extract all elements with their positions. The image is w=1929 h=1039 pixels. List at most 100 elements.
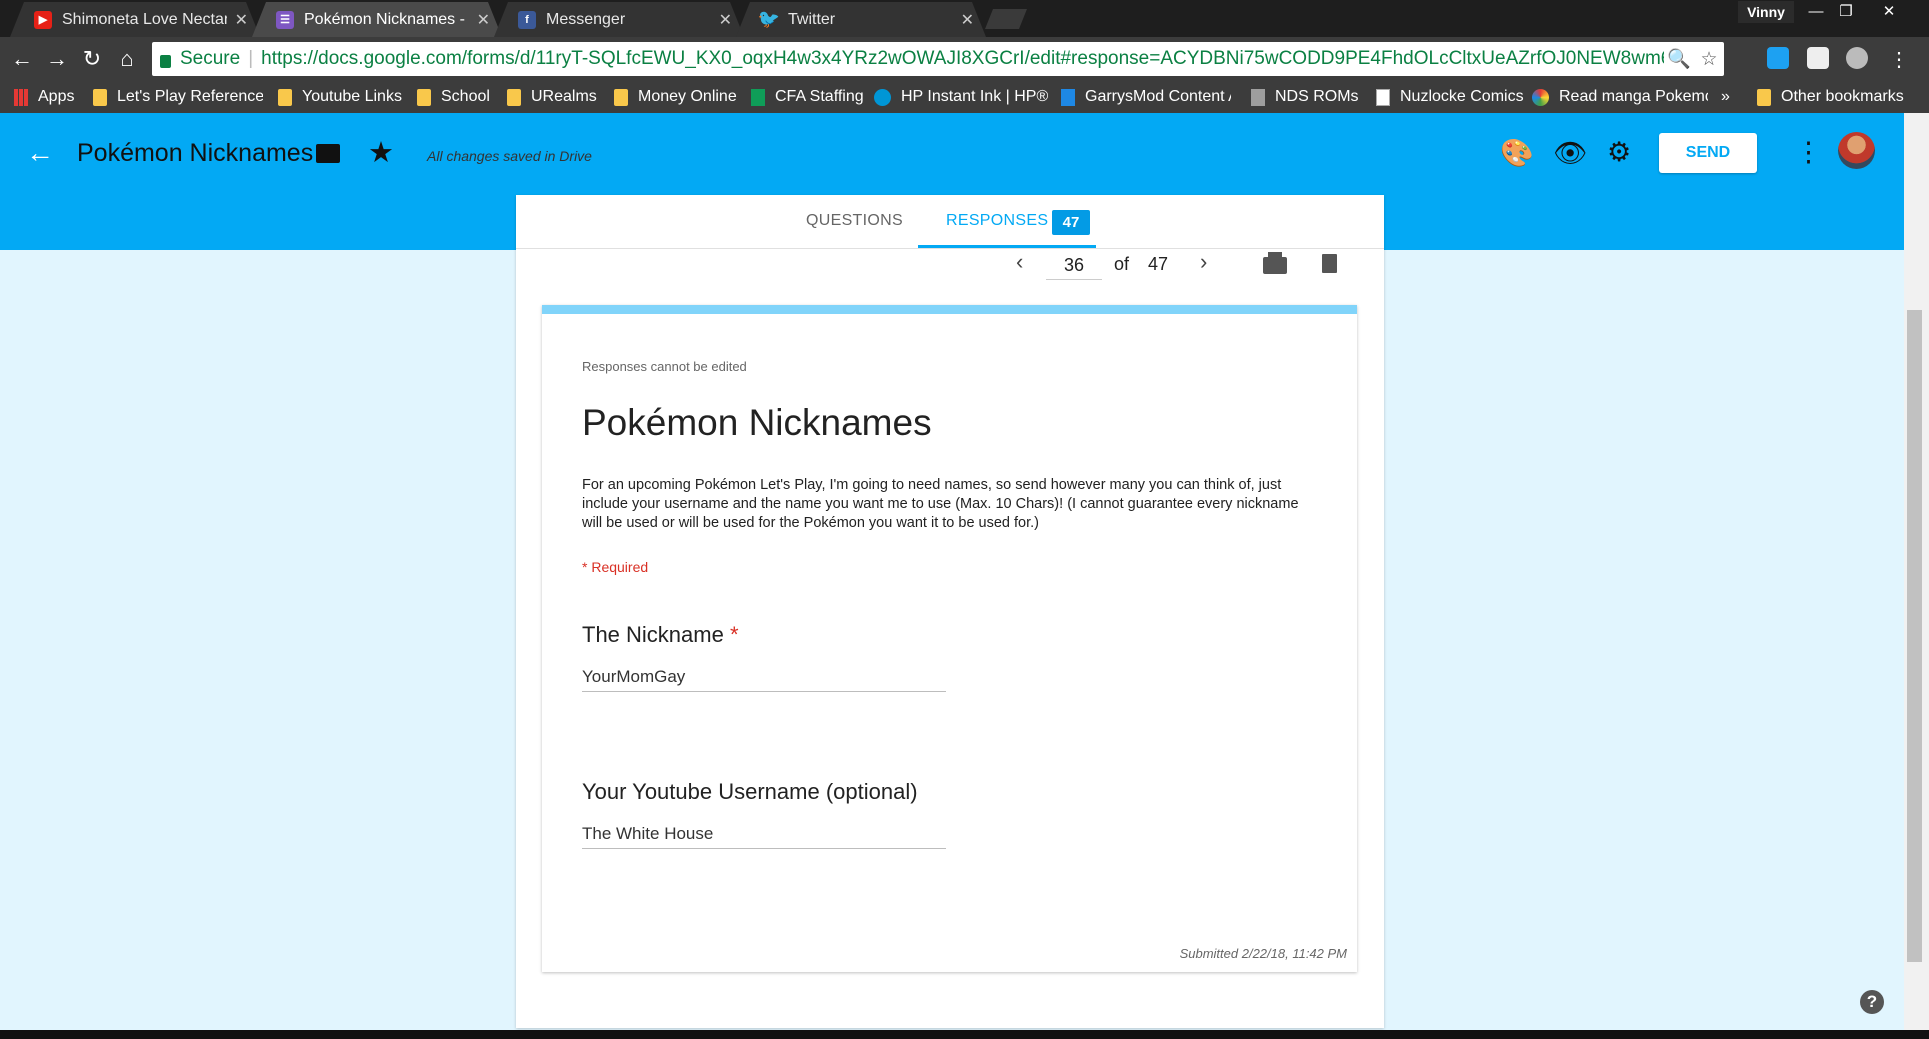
bookmark-school[interactable]: School (417, 86, 490, 108)
bookmark-apps[interactable]: Apps (14, 86, 74, 108)
palette-icon[interactable]: 🎨 (1500, 137, 1534, 169)
avatar[interactable] (1838, 132, 1875, 169)
response-card: Responses cannot be edited Pokémon Nickn… (542, 305, 1357, 972)
page-icon (1376, 88, 1390, 106)
chrome-menu-icon[interactable]: ⋮ (1885, 45, 1913, 73)
nds-icon (1251, 88, 1265, 106)
new-tab-button[interactable] (985, 9, 1027, 29)
bookmark-label: GarrysMod Content A (1085, 88, 1231, 105)
browser-toolbar: ← → ↻ ⌂ Secure | https://docs.google.com… (0, 37, 1929, 81)
bookmark-label: Apps (38, 88, 75, 105)
close-window-icon[interactable]: ✕ (1866, 0, 1912, 22)
active-tab-indicator (918, 245, 1096, 248)
answer-nickname: YourMomGay (582, 665, 946, 692)
answer-youtube-username: The White House (582, 822, 946, 849)
minimize-icon[interactable]: — (1802, 0, 1830, 22)
bookmark-urealms[interactable]: URealms (507, 86, 597, 108)
response-number-input[interactable] (1046, 252, 1102, 280)
bookmark-cfa-staffing[interactable]: CFA Staffing (751, 86, 864, 108)
bookmark-label: Youtube Links (302, 88, 402, 105)
twitter-extension-icon[interactable] (1767, 47, 1789, 69)
folder-icon (93, 88, 107, 106)
bookmark-label: URealms (531, 88, 597, 105)
bookmark-label: NDS ROMs (1275, 88, 1359, 105)
hp-icon (874, 88, 891, 106)
apps-grid-icon (14, 88, 28, 106)
required-note: * Required (582, 559, 649, 575)
delete-trash-icon[interactable] (1322, 254, 1337, 273)
bookmark-hp-instant-ink[interactable]: HP Instant Ink | HP® (874, 86, 1048, 108)
forward-icon[interactable]: → (43, 45, 71, 73)
twitter-icon: 🐦 (757, 9, 781, 29)
send-button[interactable]: SEND (1659, 133, 1757, 173)
more-options-icon[interactable]: ⋮ (1795, 137, 1822, 168)
question-label-text: The Nickname (582, 622, 724, 647)
save-status: All changes saved in Drive (427, 148, 592, 164)
preview-eye-icon[interactable]: 👁 (1553, 137, 1587, 169)
url-text[interactable]: https://docs.google.com/forms/d/11ryT-SQ… (261, 48, 1664, 70)
bookmark-nds-roms[interactable]: NDS ROMs (1251, 86, 1359, 108)
tab-title: Messenger (546, 10, 626, 28)
settings-gear-icon[interactable]: ⚙ (1607, 137, 1631, 168)
close-tab-icon[interactable]: ✕ (477, 10, 490, 30)
help-icon[interactable]: ? (1860, 990, 1884, 1014)
close-tab-icon[interactable]: ✕ (235, 10, 248, 30)
reload-icon[interactable]: ↻ (78, 45, 106, 73)
bookmark-nuzlocke-comics[interactable]: Nuzlocke Comics (1376, 86, 1524, 108)
bookmark-label: Let's Play References (117, 88, 263, 105)
browser-tab-messenger[interactable]: f Messenger ✕ (494, 2, 744, 37)
folder-icon (417, 88, 431, 106)
bookmark-lets-play-references[interactable]: Let's Play References (93, 86, 263, 108)
browser-tab-strip: ▶ Shimoneta Love Nectar D ✕ ☰ Pokémon Ni… (0, 0, 1929, 37)
star-icon[interactable]: ★ (368, 135, 394, 170)
restore-icon[interactable]: ❐ (1832, 0, 1860, 22)
bookmark-label: CFA Staffing (775, 88, 864, 105)
bookmarks-overflow-button[interactable]: » (1721, 86, 1730, 108)
required-asterisk: * (729, 622, 739, 647)
bookmark-other-bookmarks[interactable]: Other bookmarks (1757, 86, 1904, 108)
folder-icon (278, 88, 292, 106)
tab-responses[interactable]: RESPONSES (946, 212, 1048, 230)
bookmark-read-manga[interactable]: Read manga Pokemo (1532, 86, 1708, 108)
bookmark-label: HP Instant Ink | HP® (901, 88, 1049, 105)
scrollbar-thumb[interactable] (1907, 310, 1922, 962)
back-icon[interactable]: ← (8, 45, 36, 73)
move-to-folder-icon[interactable] (316, 144, 340, 163)
folder-icon (1757, 88, 1771, 106)
bookmark-money-online[interactable]: Money Online (614, 86, 737, 108)
lock-icon (160, 54, 171, 68)
close-tab-icon[interactable]: ✕ (961, 10, 974, 30)
form-tabs: QUESTIONS RESPONSES 47 (516, 195, 1384, 249)
bookmark-garrysmod-content[interactable]: GarrysMod Content A (1061, 86, 1231, 108)
bookmark-label: Read manga Pokemo (1559, 88, 1708, 105)
folder-icon (614, 88, 628, 106)
tab-questions[interactable]: QUESTIONS (806, 212, 903, 230)
responses-cannot-be-edited-notice: Responses cannot be edited (582, 359, 747, 374)
address-bar[interactable]: Secure | https://docs.google.com/forms/d… (152, 42, 1724, 76)
browser-tab-youtube[interactable]: ▶ Shimoneta Love Nectar D ✕ (10, 2, 260, 37)
profile-user-chip[interactable]: Vinny (1738, 1, 1794, 23)
form-title[interactable]: Pokémon Nicknames (77, 139, 313, 168)
folder-icon (507, 88, 521, 106)
print-icon[interactable] (1263, 252, 1287, 274)
browser-tab-twitter[interactable]: 🐦 Twitter ✕ (736, 2, 986, 37)
previous-response-icon[interactable]: ‹ (1016, 249, 1023, 275)
address-separator: | (248, 48, 254, 69)
back-arrow-icon[interactable]: ← (26, 137, 54, 169)
next-response-icon[interactable]: › (1200, 249, 1207, 275)
home-icon[interactable]: ⌂ (113, 45, 141, 73)
extension-icon[interactable] (1807, 47, 1829, 69)
bookmark-youtube-links[interactable]: Youtube Links (278, 86, 402, 108)
tab-title: Pokémon Nicknames - G (304, 10, 469, 28)
bookmark-label: Nuzlocke Comics (1400, 88, 1524, 105)
extension-icon[interactable] (1846, 47, 1868, 69)
bookmark-label: School (441, 88, 490, 105)
zoom-search-icon[interactable]: 🔍 (1664, 47, 1694, 71)
bookmark-star-icon[interactable]: ☆ (1694, 48, 1724, 71)
manga-icon (1532, 88, 1549, 106)
response-pager: ‹ of 47 › (516, 249, 1384, 289)
secure-label: Secure (180, 48, 241, 69)
close-tab-icon[interactable]: ✕ (719, 10, 732, 30)
form-sheet: QUESTIONS RESPONSES 47 ‹ of 47 › Respons… (516, 195, 1384, 1028)
browser-tab-forms[interactable]: ☰ Pokémon Nicknames - G ✕ (252, 2, 502, 37)
